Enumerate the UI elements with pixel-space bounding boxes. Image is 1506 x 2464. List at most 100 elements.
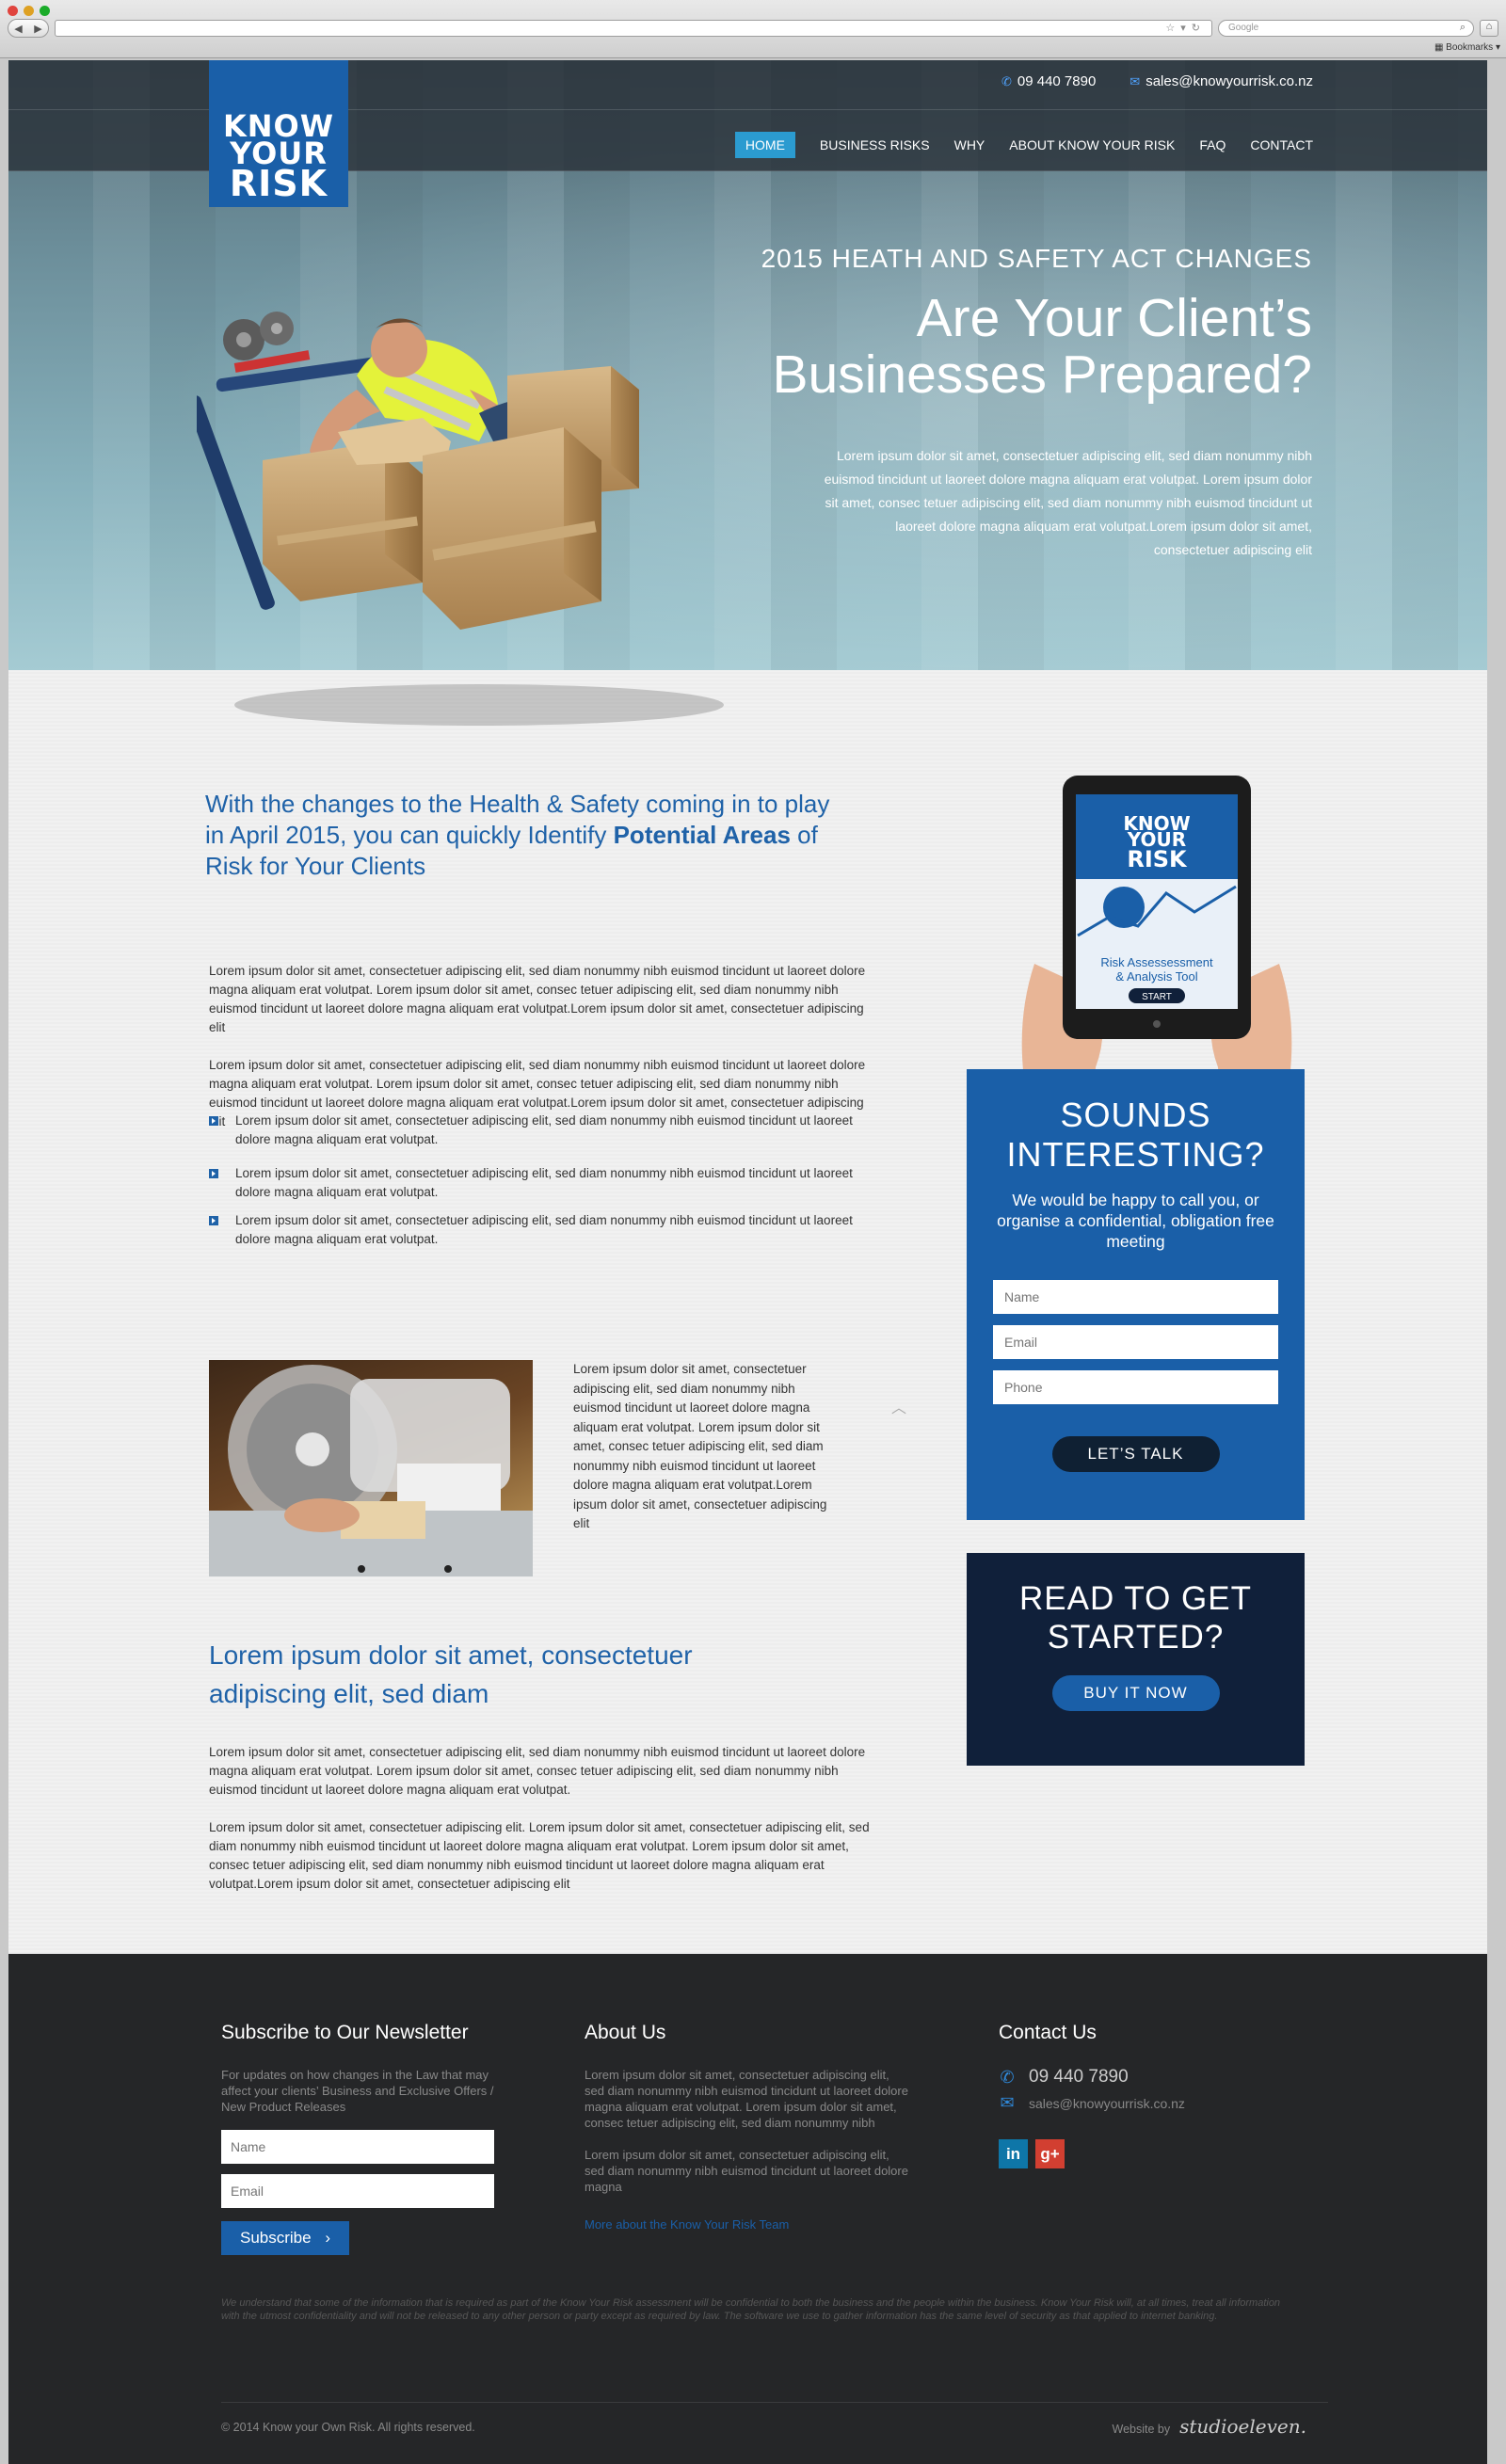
tablet-caption-line: Risk Assessessment bbox=[1100, 955, 1213, 969]
chevron-up-icon[interactable]: ︿ bbox=[891, 1395, 906, 1417]
section-paragraph-2: Lorem ipsum dolor sit amet, consectetuer… bbox=[209, 1820, 870, 1891]
site-footer: Subscribe to Our Newsletter For updates … bbox=[8, 1954, 1487, 2464]
mail-icon: ✉ bbox=[1130, 74, 1141, 88]
social-links: in g+ bbox=[999, 2139, 1281, 2168]
tablet-caption-line: & Analysis Tool bbox=[1115, 969, 1197, 984]
buy-it-now-button[interactable]: BUY IT NOW bbox=[1051, 1675, 1220, 1711]
about-title: About Us bbox=[585, 2022, 666, 2043]
bullet-arrow-icon bbox=[209, 1216, 218, 1225]
nav-contact[interactable]: CONTACT bbox=[1250, 137, 1313, 152]
lets-talk-button[interactable]: LET’S TALK bbox=[1051, 1436, 1220, 1472]
phone-icon: ✆ bbox=[1000, 2067, 1015, 2087]
chevron-right-icon: › bbox=[325, 2229, 331, 2247]
credit-label: Website by bbox=[1112, 2423, 1171, 2436]
google-plus-icon[interactable]: g+ bbox=[1035, 2139, 1065, 2168]
bullet-text-3: Lorem ipsum dolor sit amet, consectetuer… bbox=[235, 1213, 853, 1246]
bookmarks-icon: ▦ bbox=[1434, 42, 1447, 53]
bookmarks-label: Bookmarks bbox=[1446, 42, 1494, 53]
footer-phone-text: 09 440 7890 bbox=[1029, 2067, 1129, 2087]
about-column: About Us Lorem ipsum dolor sit amet, con… bbox=[585, 2022, 909, 2232]
section-heading: Lorem ipsum dolor sit amet, consectetuer… bbox=[209, 1640, 693, 1708]
intro-paragraph-1: Lorem ipsum dolor sit amet, consectetuer… bbox=[209, 964, 866, 1034]
saw-image bbox=[209, 1360, 533, 1576]
nav-faq[interactable]: FAQ bbox=[1199, 137, 1226, 152]
mail-icon: ✉ bbox=[1000, 2093, 1015, 2112]
bullet-text-2: Lorem ipsum dolor sit amet, consectetuer… bbox=[235, 1166, 853, 1199]
maximize-window-button[interactable] bbox=[40, 6, 50, 16]
main-nav: HOME BUSINESS RISKS WHY ABOUT KNOW YOUR … bbox=[734, 132, 1313, 158]
nav-home[interactable]: HOME bbox=[734, 132, 795, 158]
newsletter-email-field[interactable] bbox=[221, 2174, 494, 2208]
about-paragraph-2: Lorem ipsum dolor sit amet, consectetuer… bbox=[585, 2148, 908, 2194]
main-content: With the changes to the Health & Safety … bbox=[8, 670, 1487, 1954]
logo-line-risk: RISK bbox=[229, 162, 328, 204]
get-started-panel: READ TO GET STARTED? BUY IT NOW bbox=[967, 1553, 1305, 1766]
saw-image-caption: Lorem ipsum dolor sit amet, consectetuer… bbox=[573, 1362, 827, 1530]
browser-search-field[interactable]: Google ⌕ bbox=[1218, 20, 1474, 37]
callback-title: SOUNDS INTERESTING? bbox=[1006, 1096, 1265, 1174]
footer-divider bbox=[221, 2402, 1328, 2403]
nav-business-risks[interactable]: BUSINESS RISKS bbox=[820, 137, 930, 152]
tablet-start-button: START bbox=[1142, 992, 1172, 1002]
bookmarks-menu[interactable]: ▦ Bookmarks ▾ bbox=[1434, 42, 1500, 53]
site-logo[interactable]: KNOW YOUR RISK bbox=[209, 60, 348, 207]
intro-heading-bold: Potential Areas bbox=[613, 821, 791, 849]
about-paragraph-1: Lorem ipsum dolor sit amet, consectetuer… bbox=[585, 2068, 908, 2130]
footer-email[interactable]: ✉ sales@knowyourrisk.co.nz bbox=[999, 2093, 1281, 2113]
email-field[interactable] bbox=[993, 1325, 1278, 1359]
bullet-text-1: Lorem ipsum dolor sit amet, consectetuer… bbox=[235, 1113, 853, 1146]
newsletter-text: For updates on how changes in the Law th… bbox=[221, 2068, 494, 2114]
search-icon[interactable]: ⌕ bbox=[1460, 22, 1466, 34]
website-credit[interactable]: Website by studioeleven. bbox=[1113, 2415, 1306, 2438]
intro-heading: With the changes to the Health & Safety … bbox=[205, 789, 845, 882]
back-forward-buttons[interactable]: ◀ ▶ bbox=[8, 19, 49, 38]
tablet-logo-risk: RISK bbox=[1127, 846, 1188, 872]
address-bar[interactable]: ☆▾↻ bbox=[55, 20, 1212, 37]
hero-section: KNOW YOUR RISK ✆ 09 440 7890 ✉ sales@knowy… bbox=[8, 60, 1487, 726]
header-email[interactable]: ✉ sales@knowyourrisk.co.nz bbox=[1130, 73, 1313, 89]
get-started-title: READ TO GET STARTED? bbox=[1019, 1580, 1252, 1656]
contact-column: Contact Us ✆ 09 440 7890 ✉ sales@knowyourr… bbox=[999, 2022, 1281, 2168]
web-page: KNOW YOUR RISK ✆ 09 440 7890 ✉ sales@knowy… bbox=[8, 60, 1487, 2464]
footer-email-text: sales@knowyourrisk.co.nz bbox=[1029, 2095, 1185, 2111]
home-icon[interactable]: ⌂ bbox=[1480, 20, 1498, 37]
callback-fields bbox=[967, 1280, 1305, 1404]
subscribe-button[interactable]: Subscribe › bbox=[221, 2221, 350, 2255]
forward-arrow-icon[interactable]: ▶ bbox=[34, 23, 41, 35]
list-item: Lorem ipsum dolor sit amet, consectetuer… bbox=[209, 1112, 868, 1149]
minimize-window-button[interactable] bbox=[24, 6, 34, 16]
footer-phone[interactable]: ✆ 09 440 7890 bbox=[999, 2067, 1281, 2088]
credit-studio-name: studioeleven. bbox=[1179, 2415, 1306, 2438]
name-field[interactable] bbox=[993, 1280, 1278, 1314]
callback-form: SOUNDS INTERESTING? We would be happy to… bbox=[967, 1069, 1305, 1520]
back-arrow-icon[interactable]: ◀ bbox=[14, 23, 22, 35]
hero-subtitle: 2015 HEATH AND SAFETY ACT CHANGES bbox=[761, 244, 1312, 273]
callback-text: We would be happy to call you, or organi… bbox=[997, 1191, 1274, 1251]
nav-about[interactable]: ABOUT KNOW YOUR RISK bbox=[1009, 137, 1175, 152]
browser-chrome: ◀ ▶ ☆▾↻ Google ⌕ ⌂ ▦ Bookmarks ▾ bbox=[0, 0, 1506, 58]
subscribe-label: Subscribe bbox=[240, 2229, 312, 2247]
phone-field[interactable] bbox=[993, 1370, 1278, 1404]
bullet-arrow-icon bbox=[209, 1116, 218, 1126]
confidentiality-disclaimer: We understand that some of the informati… bbox=[221, 2297, 1281, 2322]
close-window-button[interactable] bbox=[8, 6, 18, 16]
list-item: Lorem ipsum dolor sit amet, consectetuer… bbox=[209, 1164, 868, 1202]
copyright: © 2014 Know your Own Risk. All rights re… bbox=[221, 2421, 475, 2434]
newsletter-name-field[interactable] bbox=[221, 2130, 494, 2164]
newsletter-title: Subscribe to Our Newsletter bbox=[221, 2022, 469, 2043]
newsletter-column: Subscribe to Our Newsletter For updates … bbox=[221, 2022, 504, 2255]
bullet-list: Lorem ipsum dolor sit amet, consectetuer… bbox=[209, 1112, 868, 1264]
header-phone[interactable]: ✆ 09 440 7890 bbox=[1001, 73, 1096, 89]
nav-why[interactable]: WHY bbox=[954, 137, 985, 152]
linkedin-icon[interactable]: in bbox=[999, 2139, 1028, 2168]
window-controls bbox=[8, 6, 50, 16]
bullet-arrow-icon bbox=[209, 1169, 218, 1178]
address-bar-icons[interactable]: ☆▾↻ bbox=[1165, 22, 1206, 34]
about-team-link[interactable]: More about the Know Your Risk Team bbox=[585, 2217, 909, 2232]
header-phone-text: 09 440 7890 bbox=[1017, 73, 1097, 89]
header-email-text: sales@knowyourrisk.co.nz bbox=[1146, 73, 1313, 89]
browser-search-placeholder: Google bbox=[1228, 23, 1259, 33]
hero-copy: Lorem ipsum dolor sit amet, consectetuer… bbox=[824, 448, 1312, 557]
header-contact-bar: ✆ 09 440 7890 ✉ sales@knowyourrisk.co.nz bbox=[1001, 73, 1313, 89]
phone-icon: ✆ bbox=[1001, 74, 1012, 88]
